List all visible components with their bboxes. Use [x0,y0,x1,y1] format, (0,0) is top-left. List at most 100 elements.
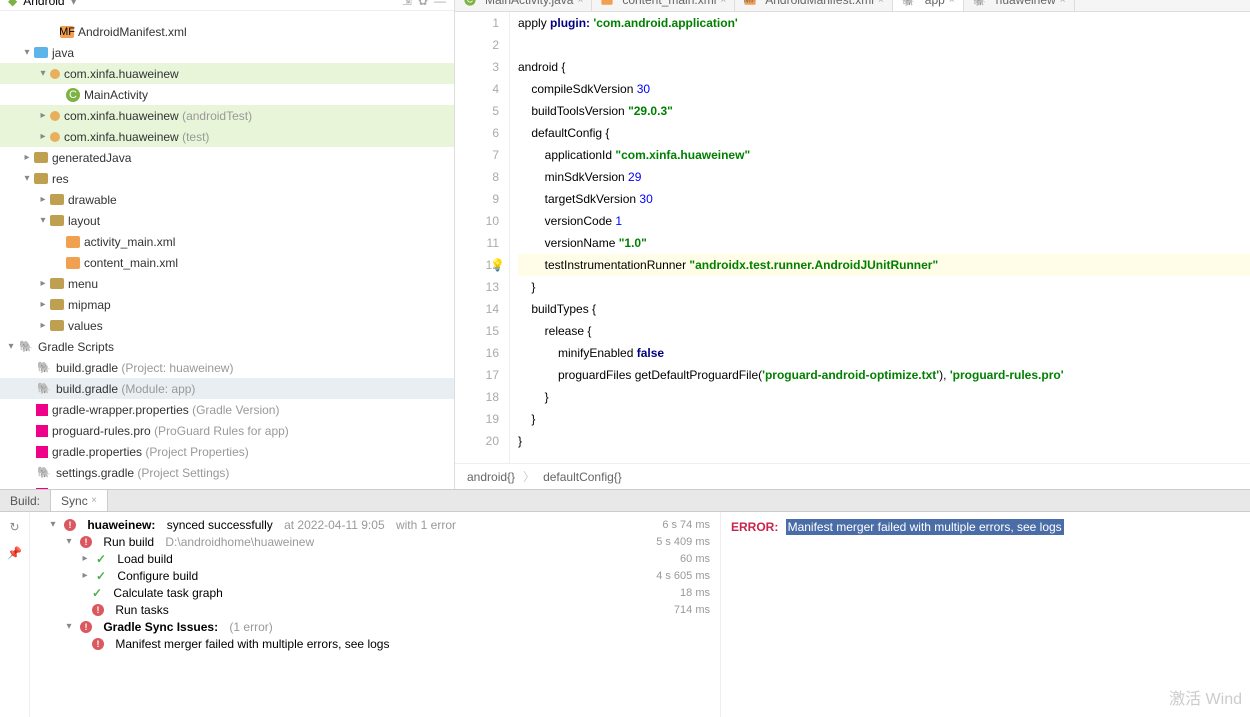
chevron-right-icon: ▸ [36,194,50,205]
chevron-right-icon: ▸ [36,131,50,142]
close-icon[interactable]: × [878,0,884,6]
build-tabs: Build: Sync × [0,490,1250,512]
close-icon[interactable]: × [1060,0,1066,6]
tree-file-buildgradle-project[interactable]: 🐘build.gradle (Project: huaweinew) [0,357,454,378]
intention-bulb-icon[interactable]: 💡 [490,254,505,276]
pin-icon[interactable]: 📌 [7,546,22,560]
restart-icon[interactable]: ↻ [9,520,19,534]
gradle-icon: 🐘 [36,360,52,376]
package-icon [50,132,60,142]
collapse-icon[interactable]: ⇲ [402,0,412,8]
tree-gradle-scripts[interactable]: ▾🐘Gradle Scripts [0,336,454,357]
tree-file-activitymain[interactable]: activity_main.xml [0,231,454,252]
tree-folder-menu[interactable]: ▸menu [0,273,454,294]
tree-class-mainactivity[interactable]: CMainActivity [0,84,454,105]
close-icon[interactable]: × [91,495,97,506]
build-output-tree[interactable]: ▾! huaweinew: synced successfully at 202… [30,512,720,717]
hide-icon[interactable]: — [434,0,446,8]
build-tab-label: Build: [0,490,50,511]
tree-folder-mipmap[interactable]: ▸mipmap [0,294,454,315]
class-icon: C [464,0,475,6]
build-panel: Build: Sync × ↻ 📌 ▾! huaweinew: synced s… [0,489,1250,717]
error-icon: ! [64,519,76,531]
gradle-icon: 🐘 [36,381,52,397]
xml-icon: MF [745,0,756,5]
tree-file-gradlewrapper[interactable]: gradle-wrapper.properties (Gradle Versio… [0,399,454,420]
close-icon[interactable]: × [720,0,726,6]
chevron-down-icon: ▾ [36,215,50,226]
close-icon[interactable]: × [577,0,583,6]
gradle-icon: 🐘 [36,465,52,481]
tree-folder-java[interactable]: ▾java [0,42,454,63]
project-panel: ◆ Android ▾ ⇲ ✿ — MFAndroidManifest.xml … [0,0,455,489]
tree-package-androidtest[interactable]: ▸com.xinfa.huaweinew (androidTest) [0,105,454,126]
package-icon [50,111,60,121]
chevron-right-icon: ▸ [36,320,50,331]
build-toolbar: ↻ 📌 [0,512,30,717]
tree-file-buildgradle-module[interactable]: 🐘build.gradle (Module: app) [0,378,454,399]
build-row-runbuild[interactable]: ▾! Run build D:\androidhome\huaweinew5 s… [30,533,720,550]
editor-panel: CMainActivity.java× content_main.xml× MF… [455,0,1250,489]
folder-icon [34,47,48,58]
error-icon: ! [80,621,92,633]
properties-icon [36,425,48,437]
folder-icon [50,194,64,205]
line-gutter: 1234567891011121314151617181920 [455,12,510,463]
chevron-down-icon: ▾ [71,0,77,8]
breadcrumb-item[interactable]: defaultConfig{} [543,470,622,484]
tree-folder-res[interactable]: ▾res [0,168,454,189]
tree-file-settingsgradle[interactable]: 🐘settings.gradle (Project Settings) [0,462,454,483]
build-row-configbuild[interactable]: ▸✓ Configure build4 s 605 ms [30,567,720,584]
gear-icon[interactable]: ✿ [418,0,428,8]
watermark: 激活 Wind [1169,685,1242,709]
editor-tab-mainactivity[interactable]: CMainActivity.java× [455,0,592,11]
project-tree[interactable]: MFAndroidManifest.xml ▾java ▾com.xinfa.h… [0,19,454,489]
tree-package[interactable]: ▾com.xinfa.huaweinew [0,63,454,84]
close-icon[interactable]: × [949,0,955,6]
tree-file-proguard[interactable]: proguard-rules.pro (ProGuard Rules for a… [0,420,454,441]
build-row-calcgraph[interactable]: ✓ Calculate task graph18 ms [30,584,720,601]
error-label: ERROR: [731,520,778,534]
folder-icon [50,278,64,289]
error-icon: ! [92,604,104,616]
tree-folder-generatedjava[interactable]: ▸generatedJava [0,147,454,168]
error-icon: ! [92,638,104,650]
package-icon [50,69,60,79]
tree-folder-layout[interactable]: ▾layout [0,210,454,231]
project-view-selector[interactable]: ◆ Android ▾ ⇲ ✿ — [0,0,454,11]
properties-icon [36,446,48,458]
breadcrumb-item[interactable]: android{} [467,470,515,484]
folder-icon [50,215,64,226]
build-row-syncissues[interactable]: ▾! Gradle Sync Issues: (1 error) [30,618,720,635]
success-icon: ✓ [96,569,106,583]
success-icon: ✓ [96,552,106,566]
build-row-manifesterr[interactable]: ! Manifest merger failed with multiple e… [30,635,720,652]
build-row-loadbuild[interactable]: ▸✓ Load build60 ms [30,550,720,567]
build-row-runtasks[interactable]: ! Run tasks714 ms [30,601,720,618]
xml-icon: MF [60,26,74,38]
chevron-right-icon: ▸ [20,152,34,163]
gradle-icon: 🐘 [901,0,917,8]
tree-file-manifest[interactable]: MFAndroidManifest.xml [0,21,454,42]
chevron-down-icon: ▾ [20,173,34,184]
editor-tab-app[interactable]: 🐘app× [893,0,964,11]
gradle-icon: 🐘 [972,0,988,8]
folder-icon [50,299,64,310]
success-icon: ✓ [92,586,102,600]
tree-file-gradleprops[interactable]: gradle.properties (Project Properties) [0,441,454,462]
breadcrumb[interactable]: android{} 〉 defaultConfig{} [455,463,1250,489]
editor-tab-manifest[interactable]: MFAndroidManifest.xml× [735,0,893,11]
code-editor[interactable]: 1234567891011121314151617181920 apply pl… [455,12,1250,463]
editor-tab-contentmain[interactable]: content_main.xml× [592,0,735,11]
tree-folder-drawable[interactable]: ▸drawable [0,189,454,210]
tree-folder-values[interactable]: ▸values [0,315,454,336]
xml-icon [66,236,80,248]
code-content[interactable]: apply plugin: 'com.android.application' … [510,12,1250,463]
tree-file-contentmain[interactable]: content_main.xml [0,252,454,273]
editor-tab-huaweinew[interactable]: 🐘huaweinew× [964,0,1075,11]
tree-package-test[interactable]: ▸com.xinfa.huaweinew (test) [0,126,454,147]
build-row-root[interactable]: ▾! huaweinew: synced successfully at 202… [30,516,720,533]
folder-icon [34,152,48,163]
editor-tabs: CMainActivity.java× content_main.xml× MF… [455,0,1250,12]
build-tab-sync[interactable]: Sync × [50,490,108,511]
